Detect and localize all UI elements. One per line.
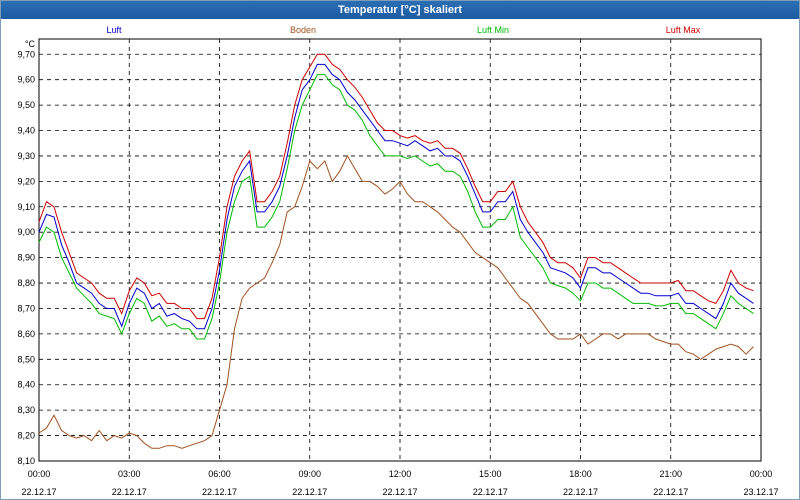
x-tick-date: 22.12.17 <box>382 487 417 497</box>
x-tick-time: 18:00 <box>569 469 592 479</box>
y-tick-label: 8,50 <box>17 354 35 364</box>
x-tick-date: 22.12.17 <box>202 487 237 497</box>
y-axis-unit: °C <box>25 39 36 49</box>
y-tick-label: 8,90 <box>17 253 35 263</box>
x-tick-time: 00:00 <box>750 469 773 479</box>
legend-luft-max: Luft Max <box>666 25 701 35</box>
y-tick-label: 9,30 <box>17 151 35 161</box>
legend-boden: Boden <box>290 25 316 35</box>
legend-luft-min: Luft Min <box>477 25 509 35</box>
y-tick-label: 9,10 <box>17 202 35 212</box>
y-tick-label: 9,20 <box>17 176 35 186</box>
temperature-chart: 8,10 8,20 8,30 8,40 8,50 8,60 8,70 8,80 8,90 9,00… <box>17 25 778 497</box>
x-tick-date: 22.12.17 <box>112 487 147 497</box>
x-tick-time: 15:00 <box>479 469 502 479</box>
y-tick-label: 8,10 <box>17 456 35 466</box>
y-tick-label: 9,60 <box>17 75 35 85</box>
chart-window: Temperatur [°C] skaliert 8,10 8,20 8,30 8,4… <box>0 0 800 500</box>
y-tick-label: 8,20 <box>17 431 35 441</box>
y-tick-label: 9,00 <box>17 227 35 237</box>
x-tick-time: 03:00 <box>118 469 141 479</box>
y-tick-label: 8,80 <box>17 278 35 288</box>
y-tick-label: 9,40 <box>17 126 35 136</box>
x-tick-date: 22.12.17 <box>563 487 598 497</box>
y-tick-label: 9,50 <box>17 100 35 110</box>
y-tick-label: 8,40 <box>17 380 35 390</box>
y-tick-label: 8,60 <box>17 329 35 339</box>
x-tick-date: 22.12.17 <box>473 487 508 497</box>
x-tick-time: 09:00 <box>298 469 321 479</box>
x-tick-date: 23.12.17 <box>743 487 778 497</box>
legend-luft: Luft <box>106 25 122 35</box>
x-tick-time: 12:00 <box>389 469 412 479</box>
x-tick-time: 00:00 <box>28 469 51 479</box>
x-tick-date: 22.12.17 <box>21 487 56 497</box>
y-tick-label: 8,30 <box>17 405 35 415</box>
x-tick-date: 22.12.17 <box>292 487 327 497</box>
x-tick-time: 21:00 <box>659 469 682 479</box>
x-tick-date: 22.12.17 <box>653 487 688 497</box>
y-tick-label: 8,70 <box>17 303 35 313</box>
x-tick-time: 06:00 <box>208 469 231 479</box>
y-tick-label: 9,70 <box>17 49 35 59</box>
